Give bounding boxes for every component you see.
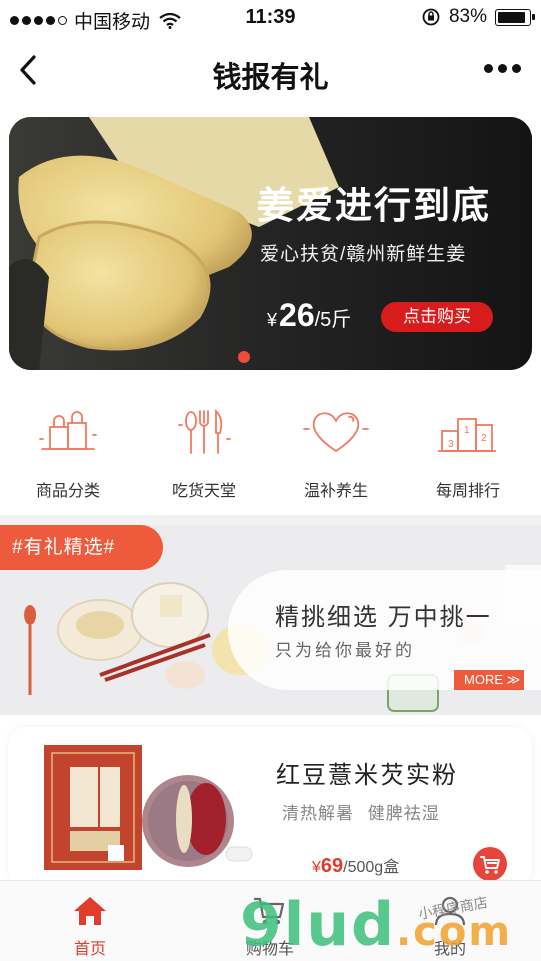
- category-label: 吃货天堂: [171, 483, 236, 500]
- status-bar: 中国移动 11:39 83%: [0, 0, 541, 36]
- utensils-icon: [178, 408, 231, 454]
- currency-symbol: ¥: [267, 310, 278, 330]
- rotation-lock-icon: [422, 8, 440, 26]
- featured-tag: #有礼精选#: [0, 525, 163, 570]
- add-to-cart-button[interactable]: [473, 847, 507, 881]
- featured-headline: 精挑细选 万中挑一: [275, 604, 492, 631]
- svg-text:1: 1: [464, 425, 470, 436]
- price-unit: /5斤: [314, 309, 352, 331]
- banner-subtitle: 爱心扶贫/赣州新鲜生姜: [260, 244, 467, 265]
- carousel-indicator[interactable]: [238, 351, 250, 363]
- product-price: ¥69/500g盒: [312, 853, 399, 878]
- battery-percent: 83%: [448, 6, 487, 27]
- section-divider: [0, 515, 541, 525]
- nav-bar: 钱报有礼: [0, 36, 541, 106]
- category-item-wellness[interactable]: 温补养生: [276, 395, 396, 501]
- svg-text:3: 3: [448, 439, 454, 450]
- buy-now-button[interactable]: 点击购买: [381, 302, 493, 332]
- category-label: 温补养生: [303, 483, 368, 500]
- page-title: 钱报有礼: [212, 62, 329, 94]
- banner-price: ¥26/5斤: [267, 297, 351, 334]
- heart-icon: [303, 412, 369, 453]
- category-nav: 商品分类 吃货天堂 温补养生 3 1 2 每周排行: [0, 395, 541, 505]
- more-button[interactable]: MORE ≫: [454, 670, 524, 690]
- featured-subtitle: 只为给你最好的: [275, 641, 415, 660]
- price-value: 26: [279, 297, 315, 333]
- price-unit: /500g盒: [343, 859, 400, 876]
- banner-headline: 姜爱进行到底: [257, 183, 491, 227]
- category-item-ranking[interactable]: 3 1 2 每周排行: [408, 395, 528, 501]
- category-label: 商品分类: [35, 483, 100, 500]
- tab-label: 首页: [73, 941, 106, 958]
- category-item-foodie[interactable]: 吃货天堂: [144, 395, 264, 501]
- watermark-text: 9lud: [240, 890, 396, 960]
- category-item-goods[interactable]: 商品分类: [8, 395, 128, 501]
- product-name: 红豆薏米芡实粉: [276, 762, 458, 789]
- category-label: 每周排行: [435, 483, 500, 500]
- svg-text:2: 2: [481, 433, 487, 444]
- tab-home[interactable]: 首页: [30, 881, 150, 959]
- battery-icon: [495, 8, 535, 26]
- cart-icon: [480, 856, 500, 874]
- product-card[interactable]: 红豆薏米芡实粉 清热解暑 健脾祛湿 ¥69/500g盒: [8, 727, 532, 887]
- price-value: 69: [320, 855, 344, 877]
- currency-symbol: ¥: [312, 859, 321, 876]
- status-right: 83%: [421, 6, 535, 28]
- podium-icon: 3 1 2: [438, 418, 496, 452]
- more-options-icon[interactable]: [484, 64, 521, 73]
- product-description: 清热解暑 健脾祛湿: [282, 804, 440, 823]
- product-image: [44, 745, 253, 870]
- promo-banner[interactable]: 姜爱进行到底 爱心扶贫/赣州新鲜生姜 ¥26/5斤 点击购买: [9, 117, 532, 370]
- home-icon: [74, 897, 106, 925]
- shopping-bags-icon: [39, 411, 97, 450]
- featured-section[interactable]: #有礼精选# 精挑细选 万中挑一 只为给你最好的 MORE ≫: [0, 525, 541, 715]
